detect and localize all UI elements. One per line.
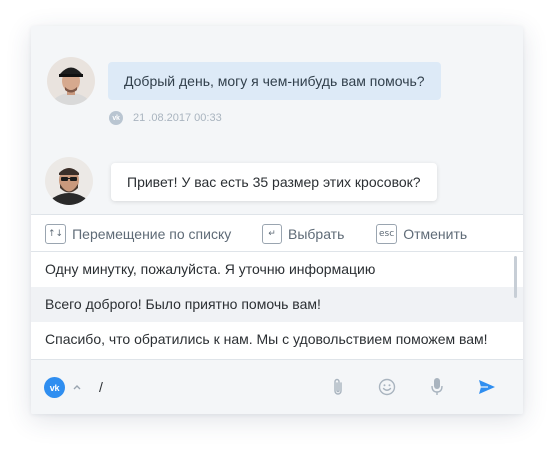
arrows-key-icon: ↑↓ (45, 224, 67, 244)
smile-icon[interactable] (376, 376, 398, 398)
message-input[interactable]: / (99, 379, 103, 395)
paperclip-icon[interactable] (327, 376, 349, 398)
chat-window: Добрый день, могу я чем-нибудь вам помоч… (31, 26, 523, 414)
hint-navigate: ↑↓ Перемещение по списку (45, 224, 231, 244)
client-message-bubble: Привет! У вас есть 35 размер этих кросов… (111, 163, 437, 201)
client-avatar (45, 157, 93, 205)
quick-reply-item[interactable]: Одну минутку, пожалуйста. Я уточню инфор… (31, 252, 523, 287)
operator-avatar (47, 57, 95, 105)
scrollbar[interactable] (514, 256, 517, 298)
microphone-icon[interactable] (426, 376, 448, 398)
quick-reply-item[interactable]: Спасибо, что обратились к нам. Мы с удов… (31, 322, 523, 357)
quick-reply-item[interactable]: Всего доброго! Было приятно помочь вам! (31, 287, 523, 322)
operator-message-bubble: Добрый день, могу я чем-нибудь вам помоч… (108, 62, 441, 100)
hint-cancel-label: Отменить (403, 226, 468, 242)
hint-cancel: esc Отменить (376, 224, 467, 244)
esc-key-icon: esc (376, 224, 398, 244)
vk-icon: vk (109, 111, 123, 125)
message-meta: vk 21 .08.2017 00:33 (109, 110, 222, 126)
chevron-up-icon[interactable] (72, 382, 82, 392)
enter-key-icon: ↵ (262, 224, 282, 244)
send-icon[interactable] (476, 376, 498, 398)
hint-select-label: Выбрать (288, 226, 345, 242)
hint-navigate-label: Перемещение по списку (72, 226, 232, 242)
quick-replies-list: Одну минутку, пожалуйста. Я уточню инфор… (31, 252, 523, 359)
message-timestamp: 21 .08.2017 00:33 (133, 112, 222, 124)
message-composer: vk / (31, 359, 523, 414)
message-thread: Добрый день, могу я чем-нибудь вам помоч… (31, 26, 523, 214)
hint-select: ↵ Выбрать (262, 224, 344, 244)
keyboard-hints-bar: ↑↓ Перемещение по списку ↵ Выбрать esc О… (31, 214, 523, 252)
channel-vk-button[interactable]: vk (44, 377, 65, 398)
